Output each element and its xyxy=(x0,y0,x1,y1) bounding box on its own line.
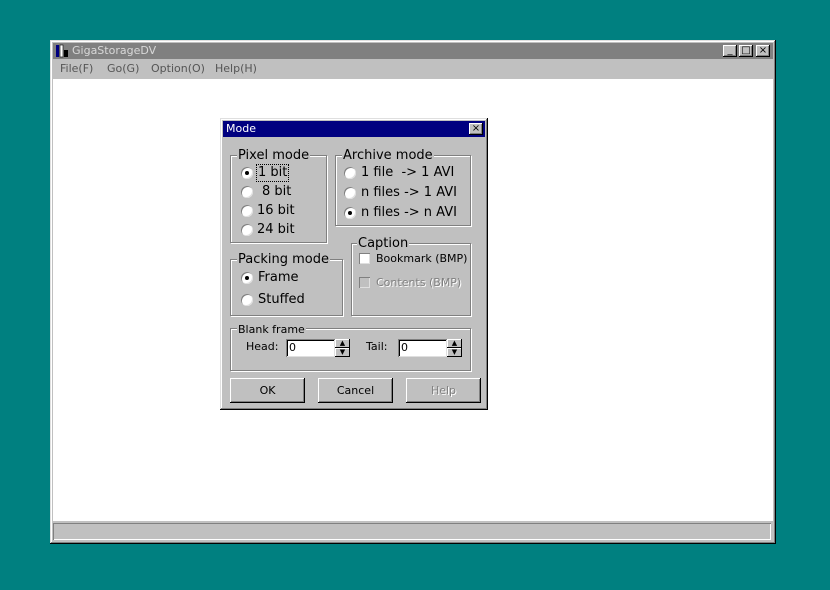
minimize-icon: _ xyxy=(727,45,733,56)
radio-selected-dot xyxy=(348,211,352,215)
menu-help[interactable]: Help(H) xyxy=(215,62,257,75)
archive-nfiles-1avi-label[interactable]: n files -> 1 AVI xyxy=(361,186,457,200)
dialog-close-button[interactable]: × xyxy=(469,123,483,135)
spin-up-icon: ▲ xyxy=(339,339,346,347)
menu-bar: File(F) Go(G) Option(O) Help(H) xyxy=(53,59,773,78)
pixel-mode-24bit-label[interactable]: 24 bit xyxy=(257,223,295,237)
archive-nfiles-navi-label[interactable]: n files -> n AVI xyxy=(361,206,457,220)
close-button[interactable]: × xyxy=(756,45,770,57)
packing-mode-group xyxy=(230,259,343,316)
close-icon: × xyxy=(758,45,768,56)
app-icon[interactable] xyxy=(55,44,69,58)
ok-button[interactable]: OK xyxy=(230,378,305,403)
bookmark-label[interactable]: Bookmark (BMP) xyxy=(376,252,467,265)
maximize-icon: □ xyxy=(741,45,751,56)
minimize-button[interactable]: _ xyxy=(723,45,737,57)
spin-down-icon: ▼ xyxy=(339,348,346,356)
maximize-button[interactable]: □ xyxy=(739,45,753,57)
archive-1file-1avi-radio[interactable] xyxy=(344,167,356,179)
pixel-mode-24bit-radio[interactable] xyxy=(241,224,253,236)
pixel-mode-1bit-radio[interactable] xyxy=(241,167,253,179)
head-label: Head: xyxy=(246,340,279,353)
status-bar xyxy=(53,523,771,540)
menu-option[interactable]: Option(O) xyxy=(151,62,205,75)
packing-mode-label: Packing mode xyxy=(237,252,330,267)
title-bar[interactable]: GigaStorageDV _ □ × xyxy=(53,43,773,59)
pixel-mode-label: Pixel mode xyxy=(237,148,311,163)
dialog-title: Mode xyxy=(226,122,256,135)
pixel-mode-16bit-label[interactable]: 16 bit xyxy=(257,204,295,218)
pixel-mode-8bit-label[interactable]: 8 bit xyxy=(262,185,291,199)
tail-spin-down[interactable]: ▼ xyxy=(447,348,462,357)
close-icon: × xyxy=(471,123,481,134)
spin-up-icon: ▲ xyxy=(451,339,458,347)
head-input[interactable]: 0 xyxy=(286,339,335,357)
packing-stuffed-radio[interactable] xyxy=(241,294,253,306)
tail-spin-up[interactable]: ▲ xyxy=(447,339,462,348)
packing-frame-radio[interactable] xyxy=(241,272,253,284)
radio-selected-dot xyxy=(245,276,249,280)
pixel-mode-8bit-radio[interactable] xyxy=(241,186,253,198)
menu-go[interactable]: Go(G) xyxy=(107,62,139,75)
packing-stuffed-label[interactable]: Stuffed xyxy=(258,293,305,307)
dialog-title-bar[interactable]: Mode × xyxy=(223,121,485,137)
archive-nfiles-navi-radio[interactable] xyxy=(344,207,356,219)
pixel-mode-1bit-label[interactable]: 1 bit xyxy=(255,164,290,182)
head-spin-up[interactable]: ▲ xyxy=(335,339,350,348)
bookmark-checkbox[interactable] xyxy=(359,253,370,264)
tail-label: Tail: xyxy=(366,340,388,353)
caption-label: Caption xyxy=(357,236,410,251)
spin-down-icon: ▼ xyxy=(451,348,458,356)
cancel-button[interactable]: Cancel xyxy=(318,378,393,403)
tail-input[interactable]: 0 xyxy=(398,339,447,357)
menu-file[interactable]: File(F) xyxy=(60,62,93,75)
blank-frame-label: Blank frame xyxy=(237,323,306,336)
help-button[interactable]: Help xyxy=(406,378,481,403)
head-spin-down[interactable]: ▼ xyxy=(335,348,350,357)
archive-1file-1avi-label[interactable]: 1 file -> 1 AVI xyxy=(361,166,454,180)
radio-selected-dot xyxy=(245,171,249,175)
archive-nfiles-1avi-radio[interactable] xyxy=(344,187,356,199)
contents-label[interactable]: Contents (BMP) xyxy=(376,276,461,289)
window-title: GigaStorageDV xyxy=(72,44,157,57)
mode-dialog: Mode × Pixel mode 1 bit 8 bit 16 bit 24 … xyxy=(220,118,488,410)
archive-mode-label: Archive mode xyxy=(342,148,434,163)
contents-checkbox[interactable] xyxy=(359,277,370,288)
pixel-mode-16bit-radio[interactable] xyxy=(241,205,253,217)
packing-frame-label[interactable]: Frame xyxy=(258,271,299,285)
